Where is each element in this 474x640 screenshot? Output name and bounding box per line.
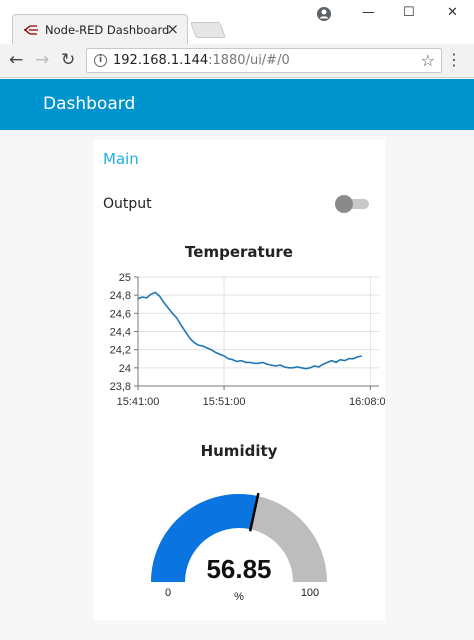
temperature-series-line [137,291,362,370]
window-close-icon[interactable]: ✕ [447,5,458,20]
forward-icon[interactable]: → [35,50,49,70]
group-title: Main [103,150,139,168]
maximize-icon[interactable]: ☐ [403,5,415,20]
temperature-chart: 25 24,8 24,6 24,4 24,2 24 23,8 15:41:00 15:51:00… [110,272,385,408]
node-red-icon [23,25,38,35]
gauge-value-label: 56.85 [206,554,271,584]
site-info-icon[interactable]: i [94,54,107,67]
x-tick-label: 15:41:00 [117,396,160,408]
y-tick-label: 24,8 [110,290,131,302]
gauge-max-label: 100 [301,587,319,599]
address-bar[interactable]: i 192.168.1.144:1880/ui/#/0 ☆ [86,48,442,73]
gauge-min-label: 0 [165,587,171,599]
tab-close-icon[interactable]: × [166,20,179,38]
switch-knob [335,195,353,213]
dashboard-header: Dashboard [0,79,474,130]
humidity-gauge: 56.85% 0 100 [151,492,327,603]
gauge-units-label: % [234,591,244,603]
reload-icon[interactable]: ↻ [61,50,75,70]
x-tick-label: 15:51:00 [203,396,246,408]
group-card-main: Main Output Temperature 25 24,8 24,6 24,4 24… [93,140,385,620]
tab-title: Node-RED Dashboard [45,23,170,37]
y-tick-label: 24,4 [110,327,131,339]
back-icon[interactable]: ← [9,50,23,70]
browser-tab[interactable]: Node-RED Dashboard × [12,14,188,44]
switch-label: Output [103,196,152,212]
y-tick-label: 24,2 [110,345,131,357]
gauge-title: Humidity [200,442,278,460]
url-host: 192.168.1.144 [113,53,209,68]
chart-title: Temperature [185,243,293,261]
browser-menu-icon[interactable]: ⋮ [446,50,462,70]
y-tick-label: 24,6 [110,308,131,320]
dashboard-title: Dashboard [43,94,136,114]
new-tab-button[interactable] [190,22,226,38]
bookmark-star-icon[interactable]: ☆ [421,51,435,70]
url-text[interactable]: 192.168.1.144:1880/ui/#/0 [113,53,290,68]
minimize-icon[interactable]: — [362,5,375,20]
y-tick-label: 25 [119,272,131,284]
url-path: :1880/ui/#/0 [208,53,290,68]
browser-titlebar: Node-RED Dashboard × — ☐ ✕ [0,0,474,44]
browser-toolbar: ← → ↻ i 192.168.1.144:1880/ui/#/0 ☆ ⋮ [0,44,474,78]
profile-icon[interactable] [316,6,332,22]
y-tick-label: 23,8 [110,381,131,393]
y-tick-label: 24 [119,363,131,375]
output-switch[interactable] [335,195,369,213]
x-tick-label: 16:08:00 [349,396,385,408]
